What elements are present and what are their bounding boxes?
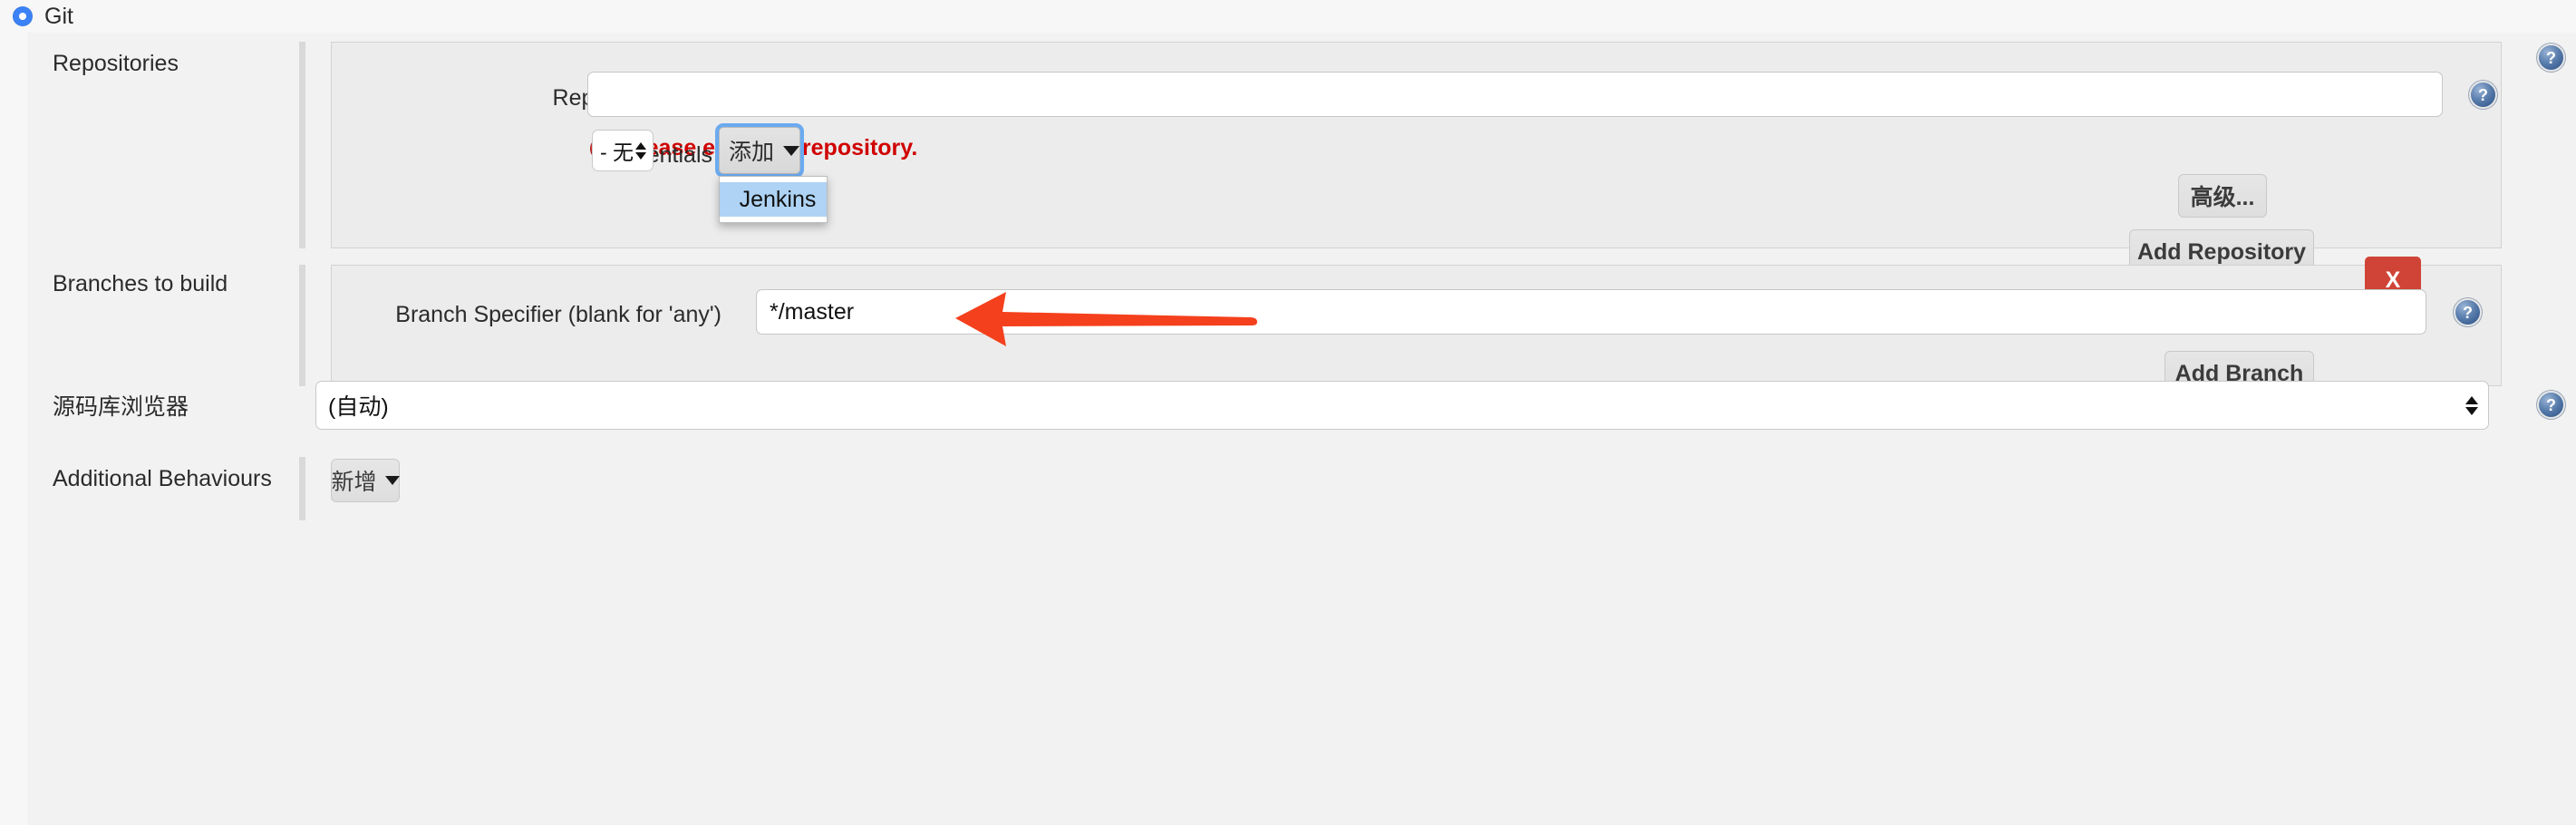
repositories-divider bbox=[299, 42, 305, 248]
add-credentials-control: 添加 bbox=[715, 123, 804, 178]
git-config-form: Repositories Repository URL ? Please ent… bbox=[0, 33, 2576, 825]
repository-browser-help-icon[interactable]: ? bbox=[2539, 393, 2563, 417]
additional-behaviours-divider bbox=[299, 457, 305, 520]
branches-panel: X Branch Specifier (blank for 'any') ? A… bbox=[331, 257, 2502, 396]
repositories-label: Repositories bbox=[53, 51, 179, 76]
branch-specifier-help-icon[interactable]: ? bbox=[2455, 300, 2480, 325]
advanced-button-label: 高级... bbox=[2190, 185, 2255, 210]
add-credentials-label: 添加 bbox=[729, 140, 775, 165]
repository-url-help-icon[interactable]: ? bbox=[2471, 82, 2495, 107]
branches-label: Branches to build bbox=[53, 271, 228, 296]
radio-selected-icon[interactable] bbox=[13, 6, 33, 26]
repository-browser-row: 源码库浏览器 (自动) ? bbox=[0, 371, 2576, 448]
caret-down-icon bbox=[384, 476, 400, 485]
repository-url-input[interactable] bbox=[587, 72, 2443, 117]
branch-specifier-input[interactable] bbox=[756, 289, 2426, 335]
credentials-select-value: - 无 - bbox=[600, 141, 635, 164]
radio-inner-dot bbox=[19, 13, 26, 20]
repositories-panel: Repository URL ? Please enter Git reposi… bbox=[331, 42, 2502, 275]
credentials-label: Credentials bbox=[597, 142, 712, 168]
repository-browser-select[interactable]: (自动) bbox=[315, 381, 2489, 430]
repositories-help-icon[interactable]: ? bbox=[2539, 45, 2563, 70]
branches-divider bbox=[299, 265, 305, 386]
add-credentials-button[interactable]: 添加 bbox=[719, 127, 800, 174]
add-behaviour-button-label: 新增 bbox=[331, 470, 377, 495]
repository-browser-label: 源码库浏览器 bbox=[53, 394, 189, 420]
add-behaviour-button[interactable]: 新增 bbox=[331, 459, 400, 502]
credentials-select-stepper[interactable] bbox=[635, 141, 653, 160]
branches-row: Branches to build X Branch Specifier (bl… bbox=[0, 248, 2576, 396]
branch-specifier-label: Branch Specifier (blank for 'any') bbox=[395, 302, 721, 327]
scm-git-label: Git bbox=[44, 3, 73, 29]
credentials-provider-menu: Jenkins bbox=[719, 176, 828, 223]
scm-git-option-row[interactable]: Git bbox=[0, 0, 2576, 33]
repositories-row: Repositories Repository URL ? Please ent… bbox=[0, 33, 2576, 275]
repository-browser-select-value: (自动) bbox=[328, 394, 389, 420]
menu-item-jenkins[interactable]: Jenkins bbox=[720, 182, 827, 217]
repository-browser-select-stepper[interactable] bbox=[2465, 395, 2488, 415]
additional-behaviours-row: Additional Behaviours 新增 bbox=[0, 448, 2576, 520]
additional-behaviours-label: Additional Behaviours bbox=[53, 466, 272, 491]
advanced-button[interactable]: 高级... bbox=[2178, 174, 2267, 218]
credentials-select[interactable]: - 无 - bbox=[592, 130, 654, 171]
caret-down-icon bbox=[783, 145, 800, 156]
menu-item-jenkins-label: Jenkins bbox=[739, 186, 817, 212]
